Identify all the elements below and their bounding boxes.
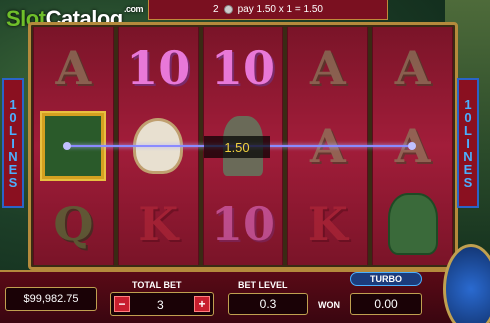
lines-char: 1 [464,96,472,112]
win-info-text: pay 1.50 x 1 = 1.50 [237,4,323,15]
lines-char: 1 [9,96,17,112]
lines-char: E [8,161,18,177]
payline-end [408,142,416,150]
symbol-a: A [55,41,92,95]
coin-icon [223,5,233,14]
symbol-k: K [138,197,179,251]
logo-suffix: .com [124,4,144,14]
won-label: WON [318,300,340,310]
symbol-10: 10 [210,197,275,251]
lines-char: N [8,148,18,164]
lines-indicator-left: 1 0 L I N E S [2,78,24,208]
decrease-bet-button[interactable]: − [114,296,130,312]
lines-char: N [463,148,473,164]
total-bet-label: TOTAL BET [132,280,182,290]
payline-start [63,142,71,150]
symbol-q: Q [53,197,94,251]
symbol-a: A [394,41,431,95]
total-bet-panel: − 3 + [110,292,214,316]
symbol-a: A [309,41,346,95]
symbol-head [373,185,452,263]
lines-char: 0 [9,109,17,125]
symbol-10: 10 [210,41,275,95]
turbo-button[interactable]: TURBO [350,272,422,286]
lines-char: L [464,122,472,138]
win-info-bar: 2 pay 1.50 x 1 = 1.50 [148,0,388,20]
lines-char: 0 [464,109,472,125]
line-win-amount: 1.50 [204,136,270,158]
lines-char: S [463,174,473,190]
lines-char: E [463,161,473,177]
lines-indicator-right: 1 0 L I N E S [457,78,479,208]
lines-char: L [9,122,17,138]
bet-level-value[interactable]: 0.3 [228,293,308,315]
won-value: 0.00 [350,293,422,315]
total-bet-value: 3 [157,298,164,312]
balance-display: $99,982.75 [5,287,97,311]
symbol-10: 10 [126,41,191,95]
win-count: 2 [213,4,219,15]
bet-level-label: BET LEVEL [238,280,288,290]
lines-char: S [8,174,18,190]
increase-bet-button[interactable]: + [194,296,210,312]
lines-char: I [11,135,15,151]
head-icon [387,193,438,255]
symbol-k: K [307,197,348,251]
lines-char: I [466,135,470,151]
